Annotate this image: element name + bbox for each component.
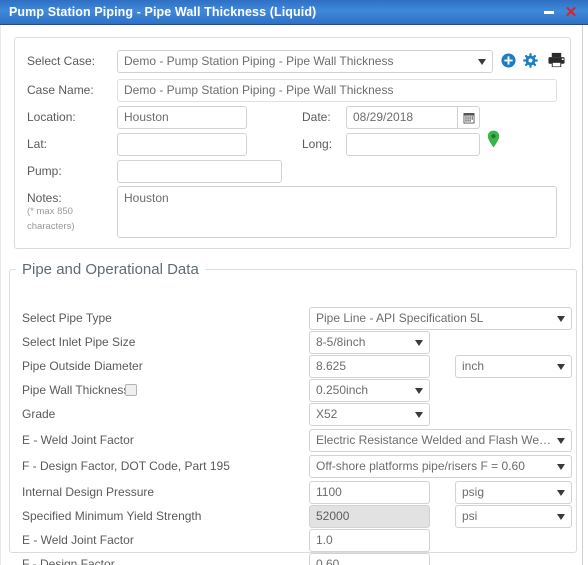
chevron-down-icon: [557, 490, 565, 496]
row-label-design-factor-dot-code: F - Design Factor, DOT Code, Part 195: [22, 459, 230, 473]
calendar-icon[interactable]: [458, 106, 480, 129]
select-inlet-pipe-size-dropdown[interactable]: 8-5/8inch: [309, 331, 430, 354]
select-pipe-type-dropdown[interactable]: Pipe Line - API Specification 5L: [309, 307, 572, 330]
specified-minimum-yield-strength-unit-dropdown[interactable]: psi: [455, 505, 572, 528]
select-case-label: Select Case:: [27, 54, 96, 68]
notes-sublabel-line1: (* max 850: [27, 206, 73, 217]
pipe-wall-thickness-dropdown[interactable]: 0.250inch: [309, 379, 430, 402]
case-name-input[interactable]: Demo - Pump Station Piping - Pipe Wall T…: [117, 79, 557, 102]
design-factor-input[interactable]: 0.60: [309, 553, 430, 565]
printer-icon[interactable]: [548, 52, 565, 68]
internal-design-pressure-unit-value: psig: [462, 485, 485, 499]
weld-joint-factor-value: Electric Resistance Welded and Flash Wel…: [316, 433, 562, 447]
chevron-down-icon: [557, 438, 565, 444]
case-info-panel: Select Case: Demo - Pump Station Piping …: [14, 37, 571, 249]
pipe-operational-data-fieldset: Pipe and Operational Data Select Pipe Ty…: [9, 261, 577, 565]
pipe-outside-diameter-unit-dropdown[interactable]: inch: [455, 355, 572, 378]
pump-input[interactable]: [117, 160, 282, 183]
chevron-down-icon: [557, 364, 565, 370]
specified-minimum-yield-strength-input: 52000: [309, 505, 430, 528]
location-label: Location:: [27, 110, 76, 124]
pump-label: Pump:: [27, 164, 62, 178]
date-label: Date:: [302, 110, 331, 124]
row-label-weld-joint-factor-select: E - Weld Joint Factor: [22, 433, 134, 447]
pipe-wall-thickness-value: 0.250inch: [316, 383, 369, 397]
chevron-down-icon: [557, 464, 565, 470]
window-title: Pump Station Piping - Pipe Wall Thicknes…: [9, 5, 317, 19]
grade-value: X52: [316, 407, 338, 421]
right-edge-rail: [582, 25, 588, 565]
row-label-grade: Grade: [22, 407, 56, 421]
row-label-select-pipe-type: Select Pipe Type: [22, 311, 112, 325]
notes-textarea[interactable]: Houston: [117, 186, 557, 238]
row-label-design-factor-value: F - Design Factor: [22, 557, 115, 565]
chevron-down-icon: [557, 514, 565, 520]
notes-sublabel-line2: characters): [27, 221, 75, 232]
chevron-down-icon: [415, 412, 423, 418]
select-pipe-type-value: Pipe Line - API Specification 5L: [316, 311, 484, 325]
chevron-down-icon: [557, 316, 565, 322]
pipe-outside-diameter-input[interactable]: 8.625: [309, 355, 430, 378]
design-factor-dot-code-value: Off-shore platforms pipe/risers F = 0.60: [316, 459, 525, 473]
internal-design-pressure-input[interactable]: 1100: [309, 481, 430, 504]
case-name-label: Case Name:: [27, 83, 94, 97]
row-label-specified-minimum-yield-strength: Specified Minimum Yield Strength: [22, 509, 202, 523]
close-button[interactable]: ✕: [560, 0, 582, 25]
map-pin-icon[interactable]: [487, 130, 500, 148]
pipe-outside-diameter-unit-value: inch: [462, 359, 485, 373]
row-label-pipe-wall-thickness: Pipe Wall Thickness: [22, 383, 130, 397]
row-label-pipe-outside-diameter: Pipe Outside Diameter: [22, 359, 143, 373]
select-case-value: Demo - Pump Station Piping - Pipe Wall T…: [124, 54, 394, 68]
long-input[interactable]: [346, 133, 480, 156]
row-label-weld-joint-factor-value: E - Weld Joint Factor: [22, 533, 134, 547]
row-label-select-inlet-pipe-size: Select Inlet Pipe Size: [22, 335, 136, 349]
weld-joint-factor-dropdown[interactable]: Electric Resistance Welded and Flash Wel…: [309, 429, 572, 452]
minimize-icon: [544, 10, 554, 14]
weld-joint-factor-input[interactable]: 1.0: [309, 529, 430, 552]
select-case-dropdown[interactable]: Demo - Pump Station Piping - Pipe Wall T…: [117, 50, 493, 73]
window-titlebar: Pump Station Piping - Pipe Wall Thicknes…: [0, 0, 588, 25]
minimize-button[interactable]: [538, 0, 560, 25]
design-factor-dot-code-dropdown[interactable]: Off-shore platforms pipe/risers F = 0.60: [309, 455, 572, 478]
lat-input[interactable]: [117, 133, 247, 156]
row-label-internal-design-pressure: Internal Design Pressure: [22, 485, 155, 499]
add-circle-icon[interactable]: [501, 53, 516, 68]
pipe-operational-data-legend: Pipe and Operational Data: [22, 261, 199, 278]
date-input[interactable]: 08/29/2018: [346, 106, 458, 129]
location-input[interactable]: Houston: [117, 106, 247, 129]
pipe-wall-thickness-checkbox[interactable]: [125, 384, 137, 396]
specified-minimum-yield-strength-unit-value: psi: [462, 509, 478, 523]
chevron-down-icon: [415, 388, 423, 394]
window-content: Select Case: Demo - Pump Station Piping …: [0, 25, 588, 565]
gear-icon[interactable]: [523, 53, 538, 68]
lat-label: Lat:: [27, 137, 48, 151]
internal-design-pressure-unit-dropdown[interactable]: psig: [455, 481, 572, 504]
grade-dropdown[interactable]: X52: [309, 403, 430, 426]
long-label: Long:: [302, 137, 333, 151]
select-inlet-pipe-size-value: 8-5/8inch: [316, 335, 366, 349]
chevron-down-icon: [415, 340, 423, 346]
chevron-down-icon: [478, 59, 486, 65]
